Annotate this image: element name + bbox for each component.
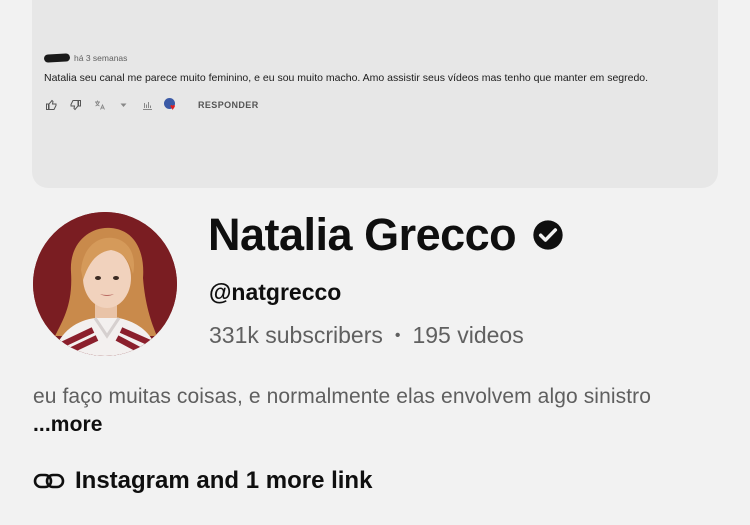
redacted-username bbox=[43, 53, 71, 63]
chevron-down-icon[interactable] bbox=[116, 99, 130, 111]
verified-icon bbox=[533, 220, 563, 250]
links-label[interactable]: Instagram and 1 more link bbox=[75, 467, 372, 495]
comment-timestamp: há 3 semanas bbox=[74, 53, 128, 63]
channel-name: Natalia Grecco bbox=[208, 209, 517, 260]
thumbs-up-icon[interactable] bbox=[44, 99, 58, 111]
channel-handle: @natgrecco bbox=[209, 279, 342, 305]
reply-button[interactable]: RESPONDER bbox=[198, 100, 259, 110]
bar-chart-icon[interactable] bbox=[140, 99, 154, 111]
comment-body: há 3 semanas Natalia seu canal me parece… bbox=[43, 52, 706, 112]
channel-title: Natalia Grecco bbox=[208, 207, 564, 263]
channel-description[interactable]: eu faço muitas coisas, e normalmente ela… bbox=[33, 383, 713, 439]
channel-stats: 331k subscribers • 195 videos bbox=[209, 322, 524, 349]
comment-card: há 3 semanas Natalia seu canal me parece… bbox=[32, 0, 718, 188]
translate-icon[interactable] bbox=[92, 99, 106, 111]
video-count: 195 videos bbox=[412, 322, 524, 348]
description-text: eu faço muitas coisas, e normalmente ela… bbox=[33, 385, 652, 408]
more-link[interactable]: ...more bbox=[33, 413, 103, 436]
channel-avatar[interactable] bbox=[33, 212, 177, 356]
stats-separator: • bbox=[394, 326, 401, 344]
thumbs-down-icon[interactable] bbox=[68, 99, 82, 111]
link-icon bbox=[33, 473, 65, 489]
channel-links[interactable]: Instagram and 1 more link bbox=[33, 467, 372, 495]
subscriber-count: 331k subscribers bbox=[209, 322, 383, 348]
comment-text: Natalia seu canal me parece muito femini… bbox=[44, 72, 649, 84]
comment-actions: ♥ RESPONDER bbox=[44, 98, 706, 112]
avatar-portrait bbox=[33, 212, 177, 356]
comment-meta: há 3 semanas bbox=[43, 52, 706, 64]
creator-heart-icon: ♥ bbox=[164, 98, 178, 112]
